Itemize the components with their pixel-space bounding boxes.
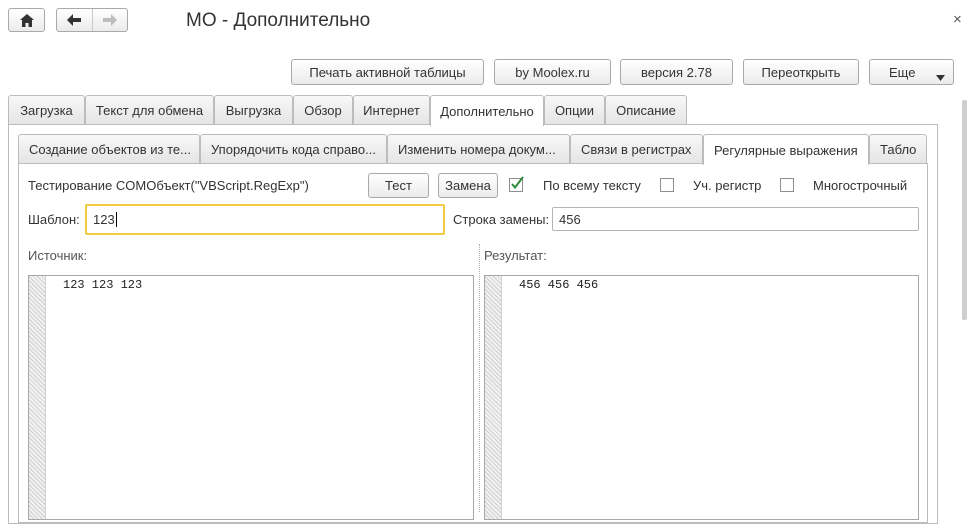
- arrow-left-icon: [67, 14, 82, 26]
- tab-vygruzka[interactable]: Выгрузка: [214, 95, 293, 125]
- moolex-button[interactable]: by Moolex.ru: [494, 59, 611, 85]
- result-gutter: [485, 276, 502, 519]
- source-text: 123 123 123: [63, 278, 143, 292]
- subtab-regexp[interactable]: Регулярные выражения: [703, 134, 869, 165]
- pattern-value: 123: [93, 212, 115, 227]
- subtab-create-objects[interactable]: Создание объектов из те...: [18, 134, 200, 164]
- replacement-input[interactable]: 456: [552, 207, 919, 231]
- more-label: Еще: [889, 64, 916, 80]
- window-scrollbar[interactable]: [962, 100, 967, 320]
- ignorecase-checkbox[interactable]: [660, 178, 674, 192]
- multiline-label: Многострочный: [813, 178, 908, 193]
- tab-dopolnitelno[interactable]: Дополнительно: [430, 95, 544, 126]
- subtab-change-numbers[interactable]: Изменить номера докум...: [387, 134, 570, 164]
- home-icon: [9, 9, 44, 31]
- pattern-input[interactable]: 123: [85, 204, 445, 235]
- tab-opisanie[interactable]: Описание: [605, 95, 687, 125]
- text-cursor: [115, 212, 117, 227]
- source-gutter: [29, 276, 46, 519]
- history-nav: [56, 8, 128, 32]
- replace-button[interactable]: Замена: [438, 173, 498, 198]
- regexp-heading: Тестирование COMОбъект("VBScript.RegExp"…: [28, 178, 309, 193]
- panel-splitter[interactable]: [479, 244, 480, 512]
- close-icon[interactable]: ×: [953, 11, 962, 28]
- back-button[interactable]: [57, 9, 93, 31]
- chevron-down-icon: [936, 69, 945, 84]
- subtab-tablo[interactable]: Табло: [869, 134, 927, 164]
- global-label: По всему тексту: [543, 178, 641, 193]
- test-button[interactable]: Тест: [368, 173, 429, 198]
- pattern-label: Шаблон:: [28, 212, 80, 227]
- tab-obzor[interactable]: Обзор: [293, 95, 353, 125]
- tab-exchange-text[interactable]: Текст для обмена: [85, 95, 214, 125]
- version-button[interactable]: версия 2.78: [620, 59, 733, 85]
- window-title: МО - Дополнительно: [186, 10, 371, 31]
- home-button[interactable]: [8, 8, 45, 32]
- result-text: 456 456 456: [519, 278, 599, 292]
- arrow-right-icon: [102, 14, 117, 26]
- result-label: Результат:: [484, 248, 547, 263]
- result-textarea[interactable]: 456 456 456: [484, 275, 919, 520]
- global-checkbox[interactable]: [509, 176, 524, 192]
- source-label: Источник:: [28, 248, 88, 263]
- reopen-button[interactable]: Переоткрыть: [743, 59, 859, 85]
- subtab-sort-codes[interactable]: Упорядочить кода справо...: [200, 134, 387, 164]
- tab-zagruzka[interactable]: Загрузка: [8, 95, 85, 125]
- tab-internet[interactable]: Интернет: [353, 95, 430, 125]
- replacement-value: 456: [559, 211, 581, 227]
- more-button[interactable]: Еще: [869, 59, 954, 85]
- forward-button[interactable]: [93, 9, 127, 31]
- multiline-checkbox[interactable]: [780, 178, 794, 192]
- subtab-register-links[interactable]: Связи в регистрах: [570, 134, 703, 164]
- ignorecase-label: Уч. регистр: [693, 178, 762, 193]
- print-active-table-button[interactable]: Печать активной таблицы: [291, 59, 484, 85]
- tab-opcii[interactable]: Опции: [544, 95, 605, 125]
- source-textarea[interactable]: 123 123 123: [28, 275, 474, 520]
- replacement-label: Строка замены:: [453, 212, 550, 227]
